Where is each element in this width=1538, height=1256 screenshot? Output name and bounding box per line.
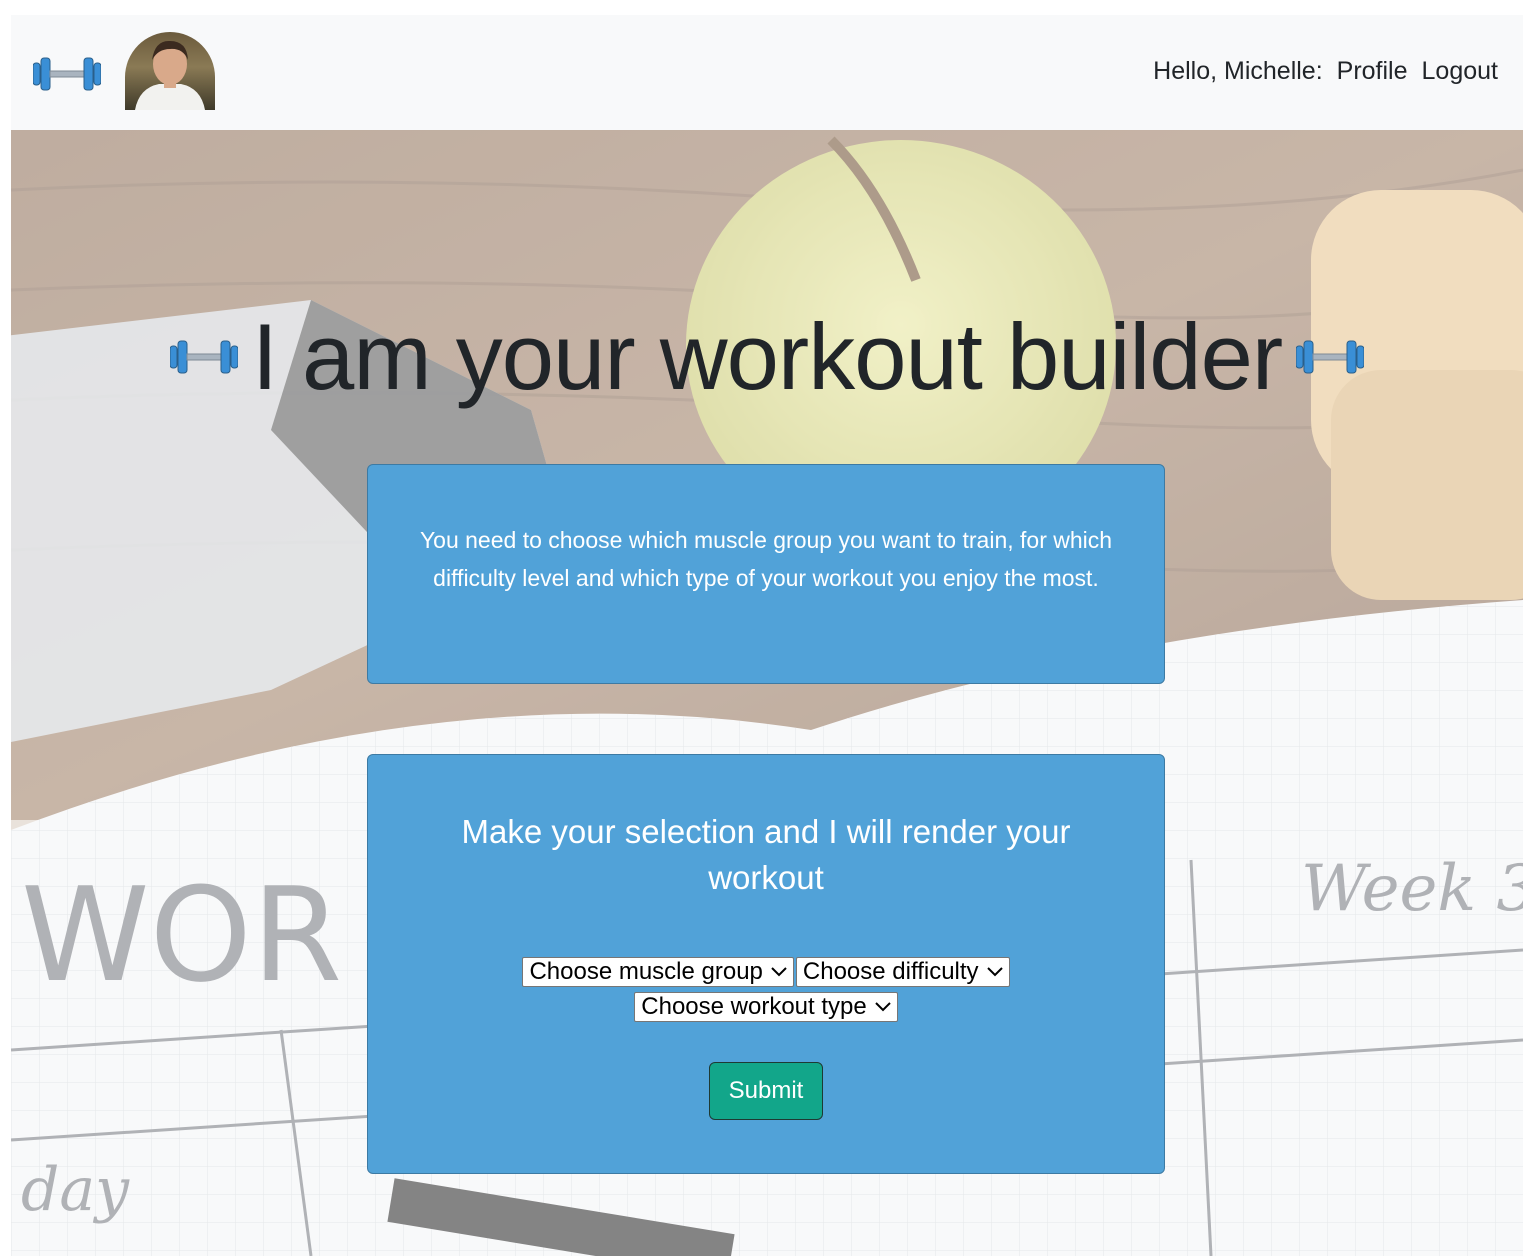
chevron-down-icon (875, 1002, 891, 1012)
form-heading: Make your selection and I will render yo… (461, 813, 1071, 896)
select-group: Choose muscle group Choose difficulty Ch… (486, 957, 1046, 1022)
dumbbell-icon (1296, 340, 1365, 374)
page-title: I am your workout builder (251, 304, 1283, 409)
dumbbell-icon[interactable] (33, 55, 101, 93)
selection-form-card: Make your selection and I will render yo… (367, 754, 1165, 1174)
page: Hello, Michelle: Profile Logout WOR Week… (11, 15, 1523, 1256)
difficulty-select[interactable]: Choose difficulty (795, 957, 1010, 987)
chevron-down-icon (986, 967, 1003, 977)
info-text: You need to choose which muscle group yo… (419, 527, 1113, 591)
chevron-down-icon (771, 967, 787, 977)
logout-link[interactable]: Logout (1422, 57, 1498, 86)
dumbbell-icon (169, 340, 238, 374)
profile-link[interactable]: Profile (1337, 57, 1408, 86)
info-card: You need to choose which muscle group yo… (367, 464, 1165, 684)
navbar: Hello, Michelle: Profile Logout (11, 15, 1523, 130)
muscle-group-select[interactable]: Choose muscle group (522, 957, 794, 987)
greeting-text: Hello, Michelle: (1153, 57, 1323, 85)
hero-section: WOR Week 3 day I am your workout builder (11, 130, 1523, 1256)
submit-button[interactable]: Submit (708, 1062, 824, 1120)
workout-type-select[interactable]: Choose workout type (634, 992, 898, 1022)
avatar[interactable] (125, 32, 215, 110)
